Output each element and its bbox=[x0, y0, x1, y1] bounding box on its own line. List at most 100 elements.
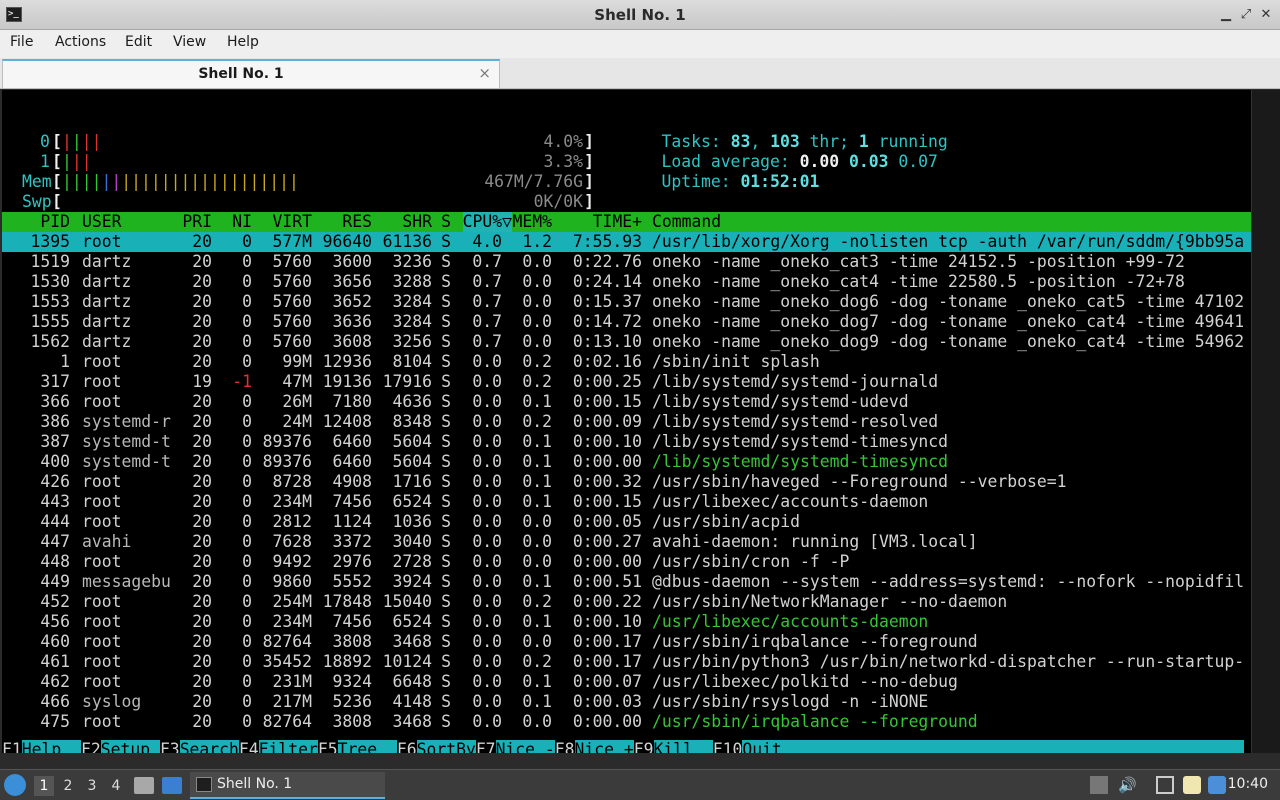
cell-s: S bbox=[441, 432, 451, 451]
cell-user: dartz bbox=[82, 292, 132, 311]
process-row[interactable]: 447 avahi 20 0 7628 3372 3040 S 0.0 0.0 0:00.27 ava… bbox=[2, 532, 1251, 552]
fkey-label[interactable]: Filter bbox=[258, 740, 318, 753]
fkey-label[interactable]: Quit bbox=[742, 740, 782, 753]
process-row[interactable]: 449 messagebu 20 0 9860 5552 3924 S 0.0 0.1 0:00.5… bbox=[2, 572, 1251, 592]
fkey-label[interactable]: Help bbox=[21, 740, 81, 753]
process-row[interactable]: 462 root 20 0 231M 9324 6648 S 0.0 0.1 0:00.07/usr… bbox=[2, 672, 1251, 692]
cell-time: 0:00.32 bbox=[572, 472, 642, 491]
process-row[interactable]: 444 root 20 0 2812 1124 1036 S 0.0 0.0 0:00.05/usr… bbox=[2, 512, 1251, 532]
menu-file[interactable]: File bbox=[10, 34, 33, 50]
process-row[interactable]: 366 root 20 0 26M 7180 4636 S 0.0 0.1 0:00.15/lib/… bbox=[2, 392, 1251, 412]
process-row[interactable]: 461 root 20 0 35452 18892 10124 S 0.0 0.2 0:00.17 /… bbox=[2, 652, 1251, 672]
cell-s: S bbox=[441, 252, 451, 271]
fkey-label[interactable]: Nice - bbox=[495, 740, 555, 753]
workspace-2[interactable]: 2 bbox=[58, 776, 78, 796]
maximize-icon[interactable]: ⤢ bbox=[1238, 7, 1254, 23]
column-header-virt[interactable]: VIRT bbox=[273, 212, 312, 232]
fkey-label[interactable]: Setup bbox=[100, 740, 160, 753]
cell-cpu: 0.0 bbox=[472, 632, 502, 651]
process-row[interactable]: 1555 dartz 20 0 5760 3636 3284 S 0.7 0.0 0:14.72 on… bbox=[2, 312, 1251, 332]
column-header-pri[interactable]: PRI bbox=[182, 212, 212, 232]
process-row[interactable]: 426 root 20 0 8728 4908 1716 S 0.0 0.1 0:00.32/usr… bbox=[2, 472, 1251, 492]
cell-command: /sbin/init splash bbox=[652, 352, 820, 371]
column-header-mem[interactable]: MEM% bbox=[513, 212, 552, 232]
cell-res: 19136 bbox=[322, 372, 372, 391]
close-icon[interactable]: ✕ bbox=[1258, 7, 1274, 23]
process-row[interactable]: 460 root 20 0 82764 3808 3468 S 0.0 0.0 0:00.17/us… bbox=[2, 632, 1251, 652]
show-desktop-icon[interactable] bbox=[162, 777, 182, 794]
cell-command: /lib/systemd/systemd-journald bbox=[652, 372, 939, 391]
cell-ni: 0 bbox=[242, 712, 252, 731]
process-row[interactable]: 400 systemd-t 20 0 89376 6460 5604 S 0.0 0.1 0:00.… bbox=[2, 452, 1251, 472]
cell-pid: 387 bbox=[40, 432, 70, 451]
process-row[interactable]: 1 root 20 0 99M 12936 8104 S 0.0 0.2 0:02.16/sbin/… bbox=[2, 352, 1251, 372]
cell-user: root bbox=[82, 632, 122, 651]
column-header-time[interactable]: TIME+ bbox=[593, 212, 642, 232]
process-row[interactable]: 387 systemd-t 20 0 89376 6460 5604 S 0.0 0.1 0:00.… bbox=[2, 432, 1251, 452]
cell-pid: 1553 bbox=[30, 292, 70, 311]
fkey-label[interactable]: Kill bbox=[653, 740, 713, 753]
workspace-4[interactable]: 4 bbox=[106, 776, 126, 796]
cell-shr: 3284 bbox=[392, 312, 432, 331]
fkey-label[interactable]: Nice + bbox=[574, 740, 634, 753]
network-icon[interactable] bbox=[1156, 776, 1174, 794]
column-header-s[interactable]: S bbox=[441, 212, 451, 232]
column-header-cpu[interactable]: CPU%▽ bbox=[462, 212, 512, 232]
cell-command: /usr/lib/xorg/Xorg -nolisten tcp -auth /… bbox=[652, 232, 1245, 251]
process-row[interactable]: 1553 dartz 20 0 5760 3652 3284 S 0.7 0.0 0:15.37 on… bbox=[2, 292, 1251, 312]
column-header-ni[interactable]: NI bbox=[232, 212, 252, 232]
process-row[interactable]: 386 systemd-r 20 0 24M 12408 8348 S 0.0 0.2 0:00.0… bbox=[2, 412, 1251, 432]
tray-update-icon[interactable] bbox=[1090, 776, 1108, 794]
cell-mem: 0.0 bbox=[522, 712, 552, 731]
workspace-3[interactable]: 3 bbox=[82, 776, 102, 796]
clipboard-icon[interactable] bbox=[1183, 776, 1201, 794]
column-header-shr[interactable]: SHR bbox=[402, 212, 432, 232]
column-header-pid[interactable]: PID bbox=[40, 212, 70, 232]
fkey-label[interactable]: Tree bbox=[337, 740, 397, 753]
taskbar-item-shell[interactable]: Shell No. 1 bbox=[190, 772, 385, 799]
cell-virt: 217M bbox=[272, 692, 312, 711]
cell-time: 0:00.15 bbox=[572, 492, 642, 511]
tab-shell-1[interactable]: Shell No. 1 × bbox=[2, 59, 500, 88]
minimize-icon[interactable]: ▁ bbox=[1218, 7, 1234, 23]
window-titlebar[interactable]: >_ Shell No. 1 ▁ ⤢ ✕ bbox=[0, 0, 1280, 30]
column-header-user[interactable]: USER bbox=[82, 212, 121, 232]
cell-time: 0:00.10 bbox=[572, 432, 642, 451]
process-row[interactable]: 1519 dartz 20 0 5760 3600 3236 S 0.7 0.0 0:22.76 on… bbox=[2, 252, 1251, 272]
file-manager-icon[interactable] bbox=[134, 777, 154, 794]
process-row[interactable]: 1530 dartz 20 0 5760 3656 3288 S 0.7 0.0 0:24.14 on… bbox=[2, 272, 1251, 292]
terminal-scrollbar[interactable] bbox=[1251, 90, 1280, 753]
tab-close-icon[interactable]: × bbox=[478, 64, 491, 82]
process-row[interactable]: 443 root 20 0 234M 7456 6524 S 0.0 0.1 0:00.15/usr… bbox=[2, 492, 1251, 512]
cell-res: 17848 bbox=[322, 592, 372, 611]
cell-pid: 1395 bbox=[30, 232, 70, 251]
cell-virt: 47M bbox=[282, 372, 312, 391]
start-menu-icon[interactable] bbox=[4, 774, 26, 796]
column-header-command[interactable]: Command bbox=[652, 212, 721, 232]
fkey-f1: F1 bbox=[2, 740, 22, 753]
menu-actions[interactable]: Actions bbox=[55, 34, 106, 50]
process-row[interactable]: 1562 dartz 20 0 5760 3608 3256 S 0.7 0.0 0:13.10 on… bbox=[2, 332, 1251, 352]
fkey-f8: F8 bbox=[554, 740, 575, 753]
cell-command: /lib/systemd/systemd-timesyncd bbox=[652, 452, 949, 471]
menu-edit[interactable]: Edit bbox=[125, 34, 152, 50]
process-row[interactable]: 466 syslog 20 0 217M 5236 4148 S 0.0 0.1 0:00.03/u… bbox=[2, 692, 1251, 712]
cell-mem: 0.0 bbox=[522, 252, 552, 271]
process-row[interactable]: 317 root 19 -1 47M 19136 17916 S 0.0 0.2 0:00.25/l… bbox=[2, 372, 1251, 392]
fkey-label[interactable]: Search bbox=[179, 740, 239, 753]
process-row[interactable]: 456 root 20 0 234M 7456 6524 S 0.0 0.1 0:00.10/usr… bbox=[2, 612, 1251, 632]
process-row[interactable]: 448 root 20 0 9492 2976 2728 S 0.0 0.0 0:00.00/usr… bbox=[2, 552, 1251, 572]
cell-pid: 461 bbox=[40, 652, 70, 671]
volume-icon[interactable]: 🔊 bbox=[1118, 776, 1137, 794]
process-row[interactable]: 1395 root 20 0 577M 96640 61136 S 4.0 1.2 7:55.93 /… bbox=[2, 232, 1251, 252]
fkey-label[interactable]: SortBy bbox=[416, 740, 476, 753]
column-header-res[interactable]: RES bbox=[342, 212, 372, 232]
process-row[interactable]: 452 root 20 0 254M 17848 15040 S 0.0 0.2 0:00.22/u… bbox=[2, 592, 1251, 612]
cell-cpu: 4.0 bbox=[472, 232, 502, 251]
process-row[interactable]: 475 root 20 0 82764 3808 3468 S 0.0 0.0 0:00.00/us… bbox=[2, 712, 1251, 732]
menu-view[interactable]: View bbox=[173, 34, 206, 50]
terminal-view[interactable]: 0[|||| 4.0%] 1[||| 3.3%] Mem[|||||||||||||… bbox=[2, 90, 1251, 753]
menu-help[interactable]: Help bbox=[227, 34, 259, 50]
notification-icon[interactable] bbox=[1208, 776, 1226, 794]
workspace-1[interactable]: 1 bbox=[34, 776, 54, 796]
